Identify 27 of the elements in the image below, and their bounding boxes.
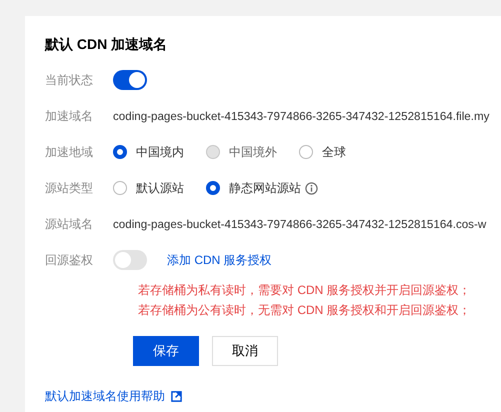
radio-button[interactable]	[299, 145, 313, 159]
warning-text: 若存储桶为公有读时，无需对 CDN 服务授权和开启回源鉴权；	[138, 302, 472, 319]
radio-button[interactable]	[113, 145, 127, 159]
field-label: 源站类型	[45, 180, 94, 196]
save-button[interactable]: 保存	[133, 336, 199, 366]
toggle-switch[interactable]	[113, 70, 147, 90]
domain-value: coding-pages-bucket-415343-7974866-3265-347432-1252815164.cos-w	[113, 218, 486, 230]
warning-text: 若存储桶为私有读时，需要对 CDN 服务授权并开启回源鉴权；	[138, 282, 472, 299]
field-label: 源站域名	[45, 216, 94, 232]
radio-label[interactable]: 默认源站	[136, 180, 184, 196]
radio-button[interactable]	[206, 181, 220, 195]
radio-label[interactable]: 静态网站源站	[229, 180, 301, 196]
cancel-button[interactable]: 取消	[212, 336, 278, 366]
help-link[interactable]: 默认加速域名使用帮助	[45, 388, 165, 405]
field-label: 当前状态	[45, 72, 94, 88]
section-title: 默认 CDN 加速域名	[45, 36, 168, 54]
toggle-switch[interactable]	[113, 250, 147, 270]
field-label: 回源鉴权	[45, 252, 94, 268]
radio-label[interactable]: 中国境内	[136, 144, 184, 160]
authorize-link[interactable]: 添加 CDN 服务授权	[167, 252, 272, 268]
field-label: 加速域名	[45, 108, 94, 124]
radio-label[interactable]: 全球	[322, 144, 346, 160]
domain-value: coding-pages-bucket-415343-7974866-3265-347432-1252815164.file.my	[113, 110, 490, 122]
field-label: 加速地域	[45, 144, 94, 160]
external-link-icon[interactable]	[171, 391, 182, 402]
info-icon[interactable]	[305, 182, 318, 194]
radio-button[interactable]	[113, 181, 127, 195]
